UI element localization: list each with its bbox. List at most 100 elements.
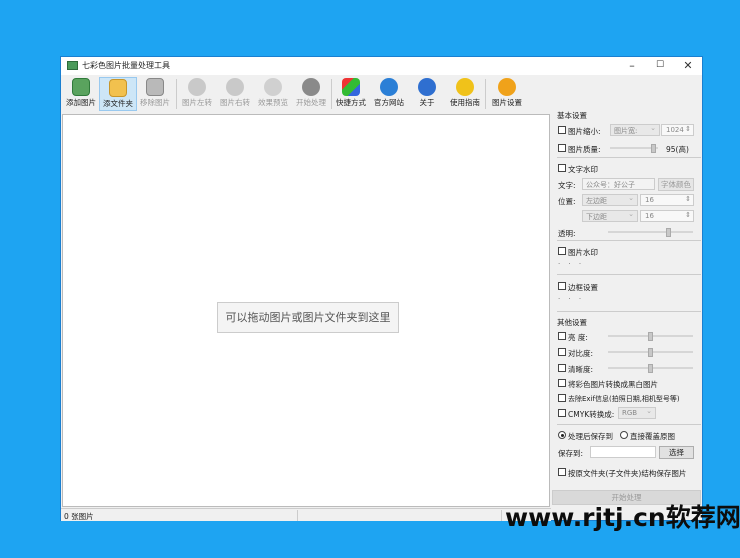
image-watermark-heading: 图片水印 (568, 248, 598, 257)
horizontal-position-select[interactable]: 左边距 (582, 194, 638, 206)
toolbar-separator (485, 79, 486, 109)
image-count: 0 张图片 (64, 512, 94, 521)
title-bar: 七彩色图片批量处理工具 – ☐ ✕ (61, 57, 702, 75)
slider-thumb[interactable] (648, 364, 653, 373)
divider (557, 311, 701, 312)
contrast-checkbox[interactable] (558, 348, 566, 356)
app-icon (67, 61, 78, 70)
brightness-slider[interactable] (608, 332, 693, 341)
watermark-text-input[interactable]: 公众号：好公子 (582, 178, 655, 190)
rotate-left-icon (188, 78, 206, 96)
image-settings-button[interactable]: 图片设置 (487, 77, 527, 111)
status-divider (501, 510, 502, 521)
remove-exif-checkbox[interactable] (558, 394, 566, 402)
cmyk-label: CMYK转换成: (568, 410, 615, 419)
opacity-label: 透明: (558, 229, 576, 238)
cmyk-checkbox[interactable] (558, 409, 566, 417)
divider (557, 274, 701, 275)
browser-icon (380, 78, 398, 96)
rotate-right-icon (226, 78, 244, 96)
vertical-position-select[interactable]: 下边距 (582, 210, 638, 222)
contrast-label: 对比度: (568, 349, 594, 358)
quality-slider[interactable] (610, 144, 658, 153)
grayscale-checkbox[interactable] (558, 379, 566, 387)
border-settings-more[interactable]: · · · (558, 295, 584, 303)
brightness-checkbox[interactable] (558, 332, 566, 340)
grayscale-label: 将彩色图片转换成黑白图片 (568, 380, 658, 389)
drop-hint: 可以拖动图片或图片文件夹到这里 (217, 302, 399, 333)
save-after-radio[interactable] (558, 431, 566, 439)
quality-checkbox[interactable] (558, 144, 566, 152)
vertical-margin-spinner[interactable]: 16 (640, 210, 694, 222)
save-after-label: 处理后保存到 (568, 432, 613, 441)
cmyk-target-select[interactable]: RGB (618, 407, 656, 419)
resize-value-spinner[interactable]: 1024 (661, 124, 694, 136)
status-divider (297, 510, 298, 521)
guide-button[interactable]: 使用指南 (446, 77, 484, 111)
text-label: 文字: (558, 181, 576, 190)
font-color-button[interactable]: 字体颜色 (658, 178, 694, 191)
folder-add-icon (109, 79, 127, 97)
horizontal-margin-spinner[interactable]: 16 (640, 194, 694, 206)
slider-thumb[interactable] (651, 144, 656, 153)
shortcut-button[interactable]: 快捷方式 (332, 77, 370, 111)
maximize-button[interactable]: ☐ (645, 57, 675, 75)
resize-checkbox[interactable] (558, 126, 566, 134)
slider-thumb[interactable] (648, 332, 653, 341)
status-bar: 0 张图片 (61, 508, 551, 521)
resize-mode-select[interactable]: 图片宽: (610, 124, 660, 136)
divider (557, 240, 701, 241)
website-button[interactable]: 官方网站 (370, 77, 408, 111)
image-drop-area[interactable]: 可以拖动图片或图片文件夹到这里 (62, 114, 550, 507)
text-watermark-heading: 文字水印 (568, 165, 598, 174)
window-title: 七彩色图片批量处理工具 (82, 61, 170, 70)
rotate-left-button[interactable]: 图片左转 (178, 77, 216, 111)
remove-exif-label: 去除Exif信息(拍照日期,相机型号等) (568, 395, 680, 403)
position-label: 位置: (558, 197, 576, 206)
divider (557, 157, 701, 158)
save-path-input[interactable] (590, 446, 656, 458)
quality-value: 95(高) (666, 145, 689, 154)
close-button[interactable]: ✕ (673, 57, 703, 75)
contrast-slider[interactable] (608, 348, 693, 357)
sharpness-label: 清晰度: (568, 365, 594, 374)
choose-folder-button[interactable]: 选择 (659, 446, 694, 459)
resize-label: 图片缩小: (568, 127, 601, 136)
help-icon (456, 78, 474, 96)
toolbar-separator (176, 79, 177, 109)
gear-icon (498, 78, 516, 96)
info-icon (418, 78, 436, 96)
image-watermark-checkbox[interactable] (558, 247, 566, 255)
keep-structure-checkbox[interactable] (558, 468, 566, 476)
add-image-button[interactable]: 添加图片 (62, 77, 100, 111)
save-to-label: 保存到: (558, 449, 584, 458)
border-checkbox[interactable] (558, 282, 566, 290)
overwrite-radio[interactable] (620, 431, 628, 439)
settings-panel: 基本设置 图片缩小: 图片宽: 1024 图片质量: 95(高) 文字水印 文字… (552, 107, 703, 520)
text-watermark-checkbox[interactable] (558, 164, 566, 172)
add-folder-button[interactable]: 添文件夹 (99, 77, 137, 111)
rotate-right-button[interactable]: 图片右转 (216, 77, 254, 111)
preview-button[interactable]: 效果预览 (254, 77, 292, 111)
about-button[interactable]: 关于 (408, 77, 446, 111)
brightness-label: 亮 度: (568, 333, 588, 342)
keep-structure-label: 按原文件夹(子文件夹)结构保存图片 (568, 469, 687, 478)
other-settings-heading: 其他设置 (557, 318, 587, 327)
slider-thumb[interactable] (648, 348, 653, 357)
add-image-icon (72, 78, 90, 96)
opacity-slider[interactable] (608, 228, 693, 237)
remove-image-button[interactable]: 移除图片 (136, 77, 174, 111)
divider (557, 424, 701, 425)
image-watermark-more[interactable]: · · · (558, 260, 584, 268)
slider-thumb[interactable] (666, 228, 671, 237)
remove-image-icon (146, 78, 164, 96)
minimize-button[interactable]: – (617, 57, 647, 75)
sharpness-slider[interactable] (608, 364, 693, 373)
site-watermark: www.rjtj.cn软荐网 (505, 503, 740, 532)
slider-track (608, 231, 693, 233)
start-process-toolbar-button[interactable]: 开始处理 (292, 77, 330, 111)
app-window: 七彩色图片批量处理工具 – ☐ ✕ 添加图片 添文件夹 移除图片 图片左转 图片… (60, 56, 703, 521)
sharpness-checkbox[interactable] (558, 364, 566, 372)
play-icon (302, 78, 320, 96)
basic-settings-heading: 基本设置 (557, 111, 587, 120)
